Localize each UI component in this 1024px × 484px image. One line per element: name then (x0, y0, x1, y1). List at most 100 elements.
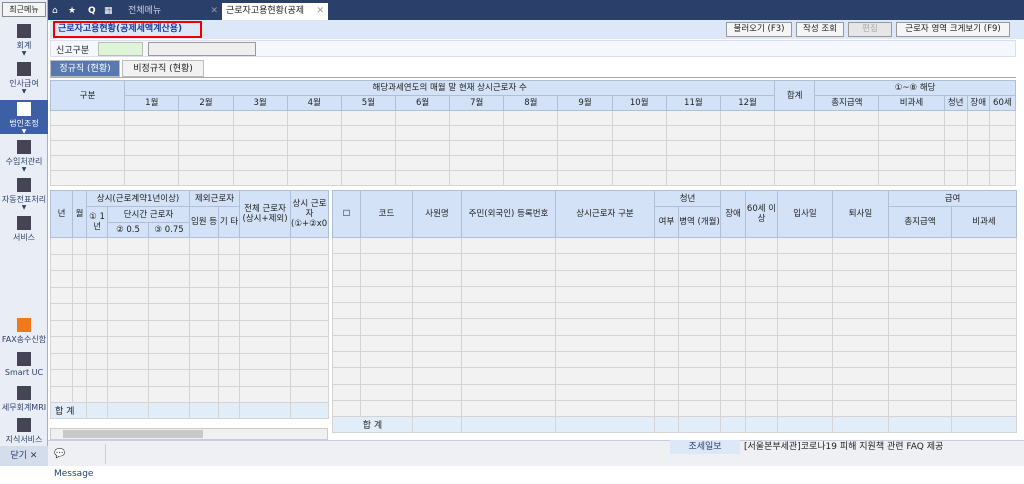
building-icon (17, 102, 31, 116)
clients-icon (17, 140, 31, 154)
horizontal-scrollbar[interactable] (50, 428, 328, 440)
select-all-checkbox[interactable]: ☐ (332, 190, 361, 238)
monthly-employee-table: 구분 해당과세연도의 매월 말 현재 상시근로자 수 합계 ①~⑧ 해당 1월 2월 3월… (49, 80, 1017, 186)
col-total-pay: 총지급액 (888, 206, 953, 238)
tab-regular[interactable]: 정규직 (현황) (50, 60, 120, 77)
table-row[interactable] (50, 303, 330, 321)
table-row[interactable] (49, 125, 1017, 141)
load-button[interactable]: 불러오기 (F3) (726, 22, 792, 37)
col-name: 사원명 (412, 190, 462, 238)
table-row[interactable] (50, 385, 330, 403)
col-applicable-2: 청년 (943, 95, 968, 111)
report-type-code-input[interactable] (98, 42, 143, 56)
col-other: 기 타 (218, 206, 241, 238)
col-one-year: ① 1년 (86, 206, 108, 238)
table-row[interactable] (332, 334, 1018, 353)
enlarge-button[interactable]: 근로자 영역 크게보기 (F9) (896, 22, 1010, 37)
tab-employee-status[interactable]: 근로자고용현황(공제 ✕ (222, 3, 328, 20)
table-row[interactable] (332, 269, 1018, 287)
table-row[interactable] (332, 351, 1018, 369)
table-row[interactable] (50, 270, 330, 288)
monthly-count-table: 년 월 상시(근로계약1년이상) 제외근로자 전체 근로자 (상시+제외) 상시 근로자 … (50, 190, 330, 419)
sidebar-item-auto-journal[interactable]: 자동전표처리 ▼ (0, 178, 48, 211)
table-row[interactable] (49, 170, 1017, 186)
tab-nonregular[interactable]: 비정규직 (현황) (122, 60, 204, 77)
col-month-2: 2월 (178, 95, 234, 111)
table-row[interactable] (50, 352, 330, 370)
col-075: ③ 0.75 (147, 222, 191, 238)
table-row[interactable] (332, 302, 1018, 320)
database-icon (17, 178, 31, 192)
home-icon[interactable]: ⌂ (52, 3, 58, 20)
col-month-12: 12월 (719, 95, 776, 111)
table-row[interactable] (49, 155, 1017, 171)
col-youth: 청년 (653, 190, 722, 207)
star-icon[interactable]: ★ (68, 3, 76, 20)
col-leave: 퇴사일 (832, 190, 890, 238)
col-disabled: 장애 (720, 190, 747, 238)
table-row[interactable] (332, 383, 1018, 401)
search-icon[interactable]: Q (88, 3, 96, 20)
book-icon (17, 418, 31, 432)
col-part-time: 단시간 근로자 (106, 206, 191, 223)
col-all: 전체 근로자 (상시+제외) (239, 190, 292, 238)
calendar-icon[interactable]: ▦ (104, 3, 113, 20)
message-button[interactable]: 💬 Message (50, 444, 106, 479)
col-military: 병역 (개월) (677, 206, 722, 238)
table-row[interactable] (49, 110, 1017, 126)
table-row[interactable] (49, 140, 1017, 156)
col-over60: 60세 이상 (745, 190, 779, 238)
col-applicable-4: 60세 (988, 95, 1017, 111)
tab-all-menu[interactable]: 전체메뉴 ✕ (124, 3, 222, 20)
col-gubun: 구분 (49, 80, 126, 111)
table-row[interactable] (332, 318, 1018, 336)
report-type-name-input[interactable] (148, 42, 256, 56)
sidebar-item-accounting[interactable]: 회계 ▼ (0, 24, 48, 57)
sidebar-item-service[interactable]: 서비스 (0, 216, 48, 243)
col-exec: 임원 등 (189, 206, 220, 238)
table-row[interactable] (332, 399, 1018, 418)
fax-icon (17, 318, 31, 332)
sidebar-item-mri[interactable]: 세무회계MRI (0, 386, 48, 413)
news-ticker[interactable]: [서울본부세관]코로나19 피해 지원책 관련 FAQ 제공 (744, 440, 1024, 454)
person-icon (17, 62, 31, 76)
table-row[interactable] (50, 319, 330, 337)
sidebar-close-button[interactable]: 닫기 ✕ (0, 446, 48, 466)
sidebar-item-corporate[interactable]: 법인조정 ▼ (0, 100, 48, 135)
pulse-chart-icon (17, 386, 31, 400)
col-code: 코드 (360, 190, 413, 238)
table-row[interactable] (332, 285, 1018, 304)
col-regular-calc: 상시 근로자 (①+②x0.5+③x0.75) (290, 190, 330, 238)
col-rrn: 주민(외국인) 등록번호 (461, 190, 556, 238)
sidebar-item-smart-uc[interactable]: Smart UC (0, 352, 48, 377)
col-type: 상시근로자 구분 (555, 190, 655, 238)
chat-icon: 💬 (54, 449, 66, 459)
table-row[interactable] (50, 253, 330, 271)
uc-chat-icon (17, 352, 31, 366)
sidebar-item-payroll[interactable]: 인사급여 ▼ (0, 62, 48, 95)
col-month-8: 8월 (503, 95, 559, 111)
col-month-11: 11월 (665, 95, 721, 111)
sum-row: 합 계 (332, 416, 1018, 434)
calculator-icon (17, 24, 31, 38)
table-row[interactable] (50, 286, 330, 304)
table-row[interactable] (332, 367, 1018, 385)
edit-button[interactable]: 편집 (848, 22, 892, 37)
close-icon[interactable]: ✕ (210, 3, 218, 20)
table-row[interactable] (332, 253, 1018, 271)
sidebar-item-knowledge[interactable]: 지식서비스 (0, 418, 48, 445)
col-year: 년 (50, 190, 73, 238)
query-button[interactable]: 작성 조회 (796, 22, 844, 37)
table-row[interactable] (50, 237, 330, 255)
report-type-label: 신고구분 (56, 46, 90, 56)
close-icon[interactable]: ✕ (316, 3, 324, 20)
col-month-4: 4월 (286, 95, 342, 111)
table-row[interactable] (50, 369, 330, 387)
sidebar-item-clients[interactable]: 수임처관리 ▼ (0, 140, 48, 173)
col-applicable-3: 장애 (966, 95, 990, 111)
table-row[interactable] (50, 336, 330, 354)
table-row[interactable] (332, 236, 1018, 255)
recent-menu-button[interactable]: 최근메뉴 (2, 2, 46, 17)
sidebar-item-fax[interactable]: FAX송수신함 (0, 318, 48, 345)
scrollbar-thumb[interactable] (63, 430, 203, 438)
